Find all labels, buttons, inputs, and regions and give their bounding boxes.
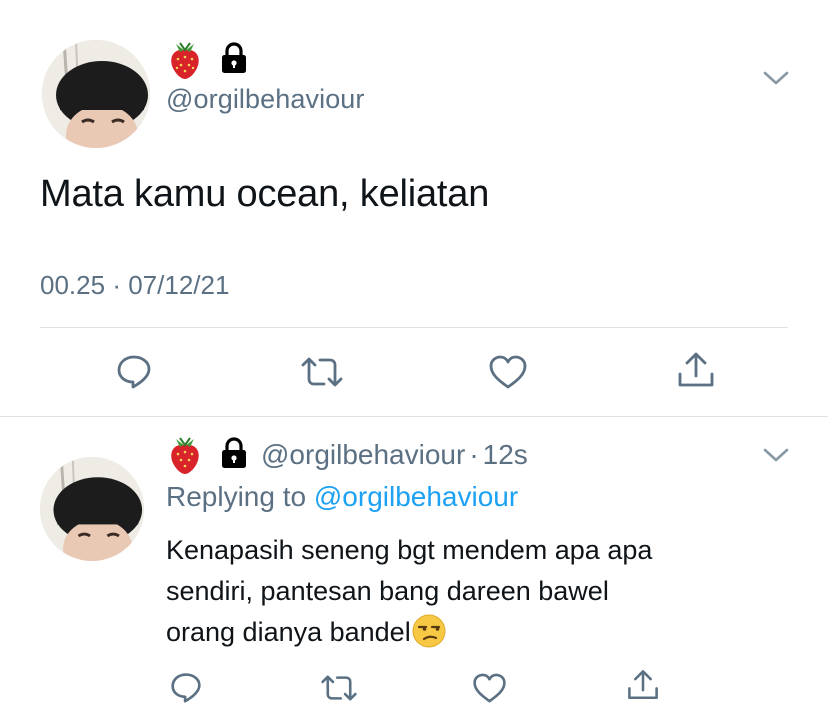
retweet-icon bbox=[301, 357, 343, 387]
reply-text-line: Kenapasih seneng bgt mendem apa apa bbox=[166, 535, 653, 565]
share-icon bbox=[628, 670, 658, 700]
avatar[interactable] bbox=[42, 40, 150, 148]
reply-button[interactable] bbox=[116, 353, 152, 389]
reply-button[interactable] bbox=[170, 671, 202, 703]
reply-bubble-icon bbox=[171, 673, 201, 703]
tweet-text: Mata kamu ocean, keliatan bbox=[40, 173, 490, 215]
reply-header: @orgilbehaviour · 12s bbox=[261, 439, 528, 471]
author-handle[interactable]: @orgilbehaviour bbox=[166, 84, 365, 115]
tweet-timestamp[interactable]: 00.25 · 07/12/21 bbox=[40, 270, 229, 301]
lock-icon bbox=[219, 42, 249, 79]
retweet-button[interactable] bbox=[320, 673, 358, 703]
divider bbox=[40, 327, 788, 328]
strawberry-emoji bbox=[166, 435, 204, 480]
heart-icon bbox=[473, 673, 506, 703]
replying-prefix: Replying to bbox=[166, 481, 307, 512]
avatar-photo bbox=[42, 40, 150, 148]
retweet-button[interactable] bbox=[300, 355, 344, 389]
heart-icon bbox=[489, 355, 527, 389]
reply-bubble-icon bbox=[117, 355, 151, 389]
unamused-face-emoji bbox=[412, 614, 446, 660]
share-button[interactable] bbox=[626, 668, 660, 702]
chevron-down-icon[interactable] bbox=[763, 70, 789, 86]
share-icon bbox=[678, 352, 714, 387]
timestamp-separator: · bbox=[112, 270, 121, 300]
main-tweet: @orgilbehaviour Mata kamu ocean, keliata… bbox=[0, 0, 828, 416]
reply-text-fragment: orang dianya bandel bbox=[166, 617, 411, 647]
avatar-photo bbox=[40, 457, 144, 561]
tweet-time: 00.25 bbox=[40, 270, 106, 300]
reply-text-line: sendiri, pantesan bang dareen bawel bbox=[166, 576, 609, 606]
reply-text-line: orang dianya bandel bbox=[166, 612, 766, 660]
replying-to-link[interactable]: @orgilbehaviour bbox=[314, 481, 518, 512]
chevron-down-icon[interactable] bbox=[763, 447, 789, 463]
reply-tweet[interactable]: @orgilbehaviour · 12s Replying to @orgilbe… bbox=[0, 417, 828, 723]
reply-text: Kenapasih seneng bgt mendem apa apa send… bbox=[166, 530, 766, 660]
tweet-date: 07/12/21 bbox=[128, 270, 230, 300]
replying-to: Replying to @orgilbehaviour bbox=[166, 481, 518, 513]
like-button[interactable] bbox=[472, 672, 507, 704]
lock-icon bbox=[219, 437, 249, 474]
share-button[interactable] bbox=[676, 350, 716, 390]
author-handle[interactable]: @orgilbehaviour bbox=[261, 439, 465, 470]
avatar[interactable] bbox=[40, 457, 144, 561]
like-button[interactable] bbox=[488, 354, 528, 390]
meta-separator: · bbox=[469, 439, 479, 470]
strawberry-emoji bbox=[166, 40, 204, 85]
tweet-age: 12s bbox=[482, 439, 528, 470]
retweet-icon bbox=[321, 675, 357, 701]
